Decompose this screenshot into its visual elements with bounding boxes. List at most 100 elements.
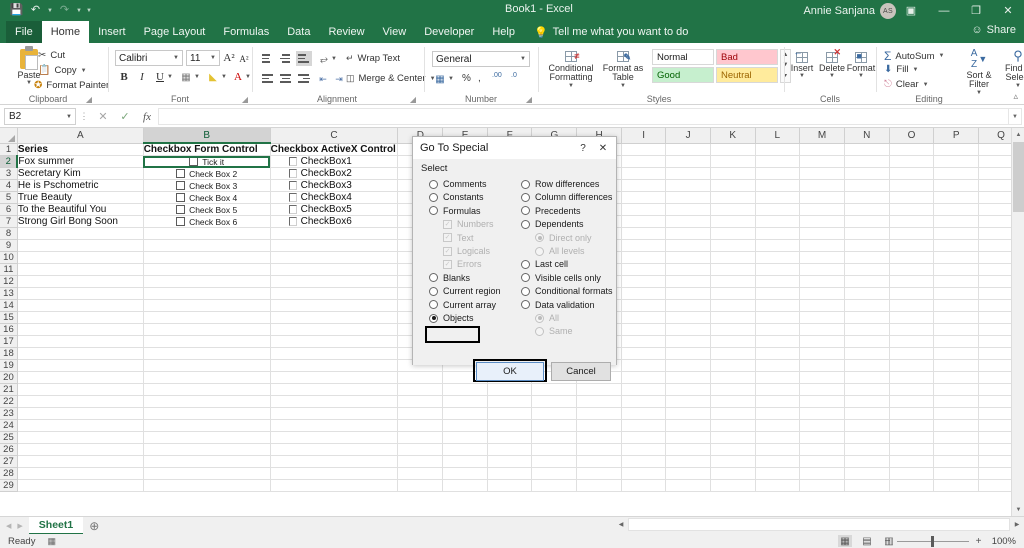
cell-P24[interactable] [933,419,980,432]
cell-I18[interactable] [621,347,667,360]
increase-indent-icon[interactable]: ⇥ [331,71,347,87]
cell-O16[interactable] [889,323,935,336]
cell-N14[interactable] [844,299,890,312]
cell-E28[interactable] [442,467,488,480]
cell-K7[interactable] [710,215,756,228]
cell-K29[interactable] [710,479,756,492]
cell-L23[interactable] [755,407,801,420]
column-header-n[interactable]: N [844,128,890,144]
cell-I3[interactable] [621,167,667,180]
number-dialog-launcher[interactable]: ◢ [526,95,532,104]
align-top-icon[interactable] [260,51,276,66]
radio-icon[interactable] [429,286,438,296]
cell-O10[interactable] [889,251,935,264]
cell-J11[interactable] [665,263,711,276]
cell-B14[interactable] [143,299,271,312]
view-normal-button[interactable]: ▦ [838,535,852,547]
cell-F21[interactable] [487,383,533,396]
cell-style-normal[interactable]: Normal [652,49,714,65]
insert-cells-button[interactable]: ← Insert ▼ [788,47,816,80]
delete-dropdown-icon[interactable]: ▼ [829,73,835,79]
cell-O12[interactable] [889,275,935,288]
cell-P5[interactable] [933,191,980,204]
cell-E25[interactable] [442,431,488,444]
help-icon[interactable]: ? [574,138,592,158]
conditional-formatting-dropdown-icon[interactable]: ▼ [568,83,574,89]
cell-C18[interactable] [270,347,399,360]
cell-O1[interactable] [889,143,935,156]
cell-C10[interactable] [270,251,399,264]
horizontal-scroll-track[interactable] [628,518,1010,531]
font-name-combo[interactable]: Calibri ▼ [115,50,183,66]
cell-J16[interactable] [665,323,711,336]
tab-home[interactable]: Home [41,21,90,43]
cell-P25[interactable] [933,431,980,444]
row-header-15[interactable]: 15 [0,311,18,324]
cell-A17[interactable] [17,335,144,348]
cell-B5[interactable]: Check Box 4 [143,191,271,204]
fill-button[interactable]: ⬇ Fill ▼ [884,64,918,75]
horizontal-scroll-thumb[interactable] [629,519,964,530]
cell-L14[interactable] [755,299,801,312]
cell-C12[interactable] [270,275,399,288]
cell-P12[interactable] [933,275,980,288]
cell-I15[interactable] [621,311,667,324]
cell-O17[interactable] [889,335,935,348]
accounting-format-icon[interactable]: ▦ [432,71,448,87]
cell-M15[interactable] [799,311,845,324]
form-control-checkbox[interactable]: Tick it [144,157,269,167]
cell-B2[interactable]: Tick it [143,155,271,168]
cell-G26[interactable] [531,443,578,456]
tell-me-box[interactable]: 💡 Tell me what you want to do [534,21,688,43]
increase-font-size-button[interactable]: A² [221,50,237,66]
cell-O24[interactable] [889,419,935,432]
cell-C11[interactable] [270,263,399,276]
cell-J26[interactable] [665,443,711,456]
sheet-tab-sheet1[interactable]: Sheet1 [28,516,84,535]
cell-O25[interactable] [889,431,935,444]
cell-P1[interactable] [933,143,980,156]
cell-G24[interactable] [531,419,578,432]
cell-A11[interactable] [17,263,144,276]
column-header-b[interactable]: B [143,128,271,144]
cell-I27[interactable] [621,455,667,468]
cell-G21[interactable] [531,383,578,396]
cell-J19[interactable] [665,359,711,372]
cell-C23[interactable] [270,407,399,420]
cell-style-good[interactable]: Good [652,67,714,83]
cell-N2[interactable] [844,155,890,168]
cell-M14[interactable] [799,299,845,312]
cell-D24[interactable] [397,419,444,432]
cell-F26[interactable] [487,443,533,456]
cell-F23[interactable] [487,407,533,420]
customize-qat-icon[interactable]: ▼ [85,2,93,19]
form-control-checkbox[interactable]: Check Box 2 [144,169,269,179]
cell-N3[interactable] [844,167,890,180]
sheet-nav-arrows[interactable]: ◀ ▶ [0,522,29,530]
cell-B26[interactable] [143,443,271,456]
cell-M16[interactable] [799,323,845,336]
account-area[interactable]: Annie Sanjana AS [803,3,896,19]
decrease-decimal-button[interactable]: .0 [511,72,517,79]
cell-N7[interactable] [844,215,890,228]
conditional-formatting-button[interactable]: ≠ Conditional Formatting ▼ [546,48,596,89]
cell-B12[interactable] [143,275,271,288]
chevron-down-icon[interactable]: ▼ [66,114,72,120]
row-header-22[interactable]: 22 [0,395,18,408]
cell-L16[interactable] [755,323,801,336]
cell-A6[interactable]: To the Beautiful You [17,203,144,216]
row-header-5[interactable]: 5 [0,191,18,204]
row-header-24[interactable]: 24 [0,419,18,432]
cell-J10[interactable] [665,251,711,264]
view-page-layout-button[interactable]: ▤ [860,535,874,547]
cell-L4[interactable] [755,179,801,192]
cell-H28[interactable] [576,467,622,480]
checkbox-icon[interactable] [288,181,297,190]
cell-N9[interactable] [844,239,890,252]
cell-G28[interactable] [531,467,578,480]
cell-L28[interactable] [755,467,801,480]
cell-M26[interactable] [799,443,845,456]
cell-A9[interactable] [17,239,144,252]
cut-button[interactable]: ✂ Cut [38,50,65,61]
row-header-1[interactable]: 1 [0,143,18,156]
